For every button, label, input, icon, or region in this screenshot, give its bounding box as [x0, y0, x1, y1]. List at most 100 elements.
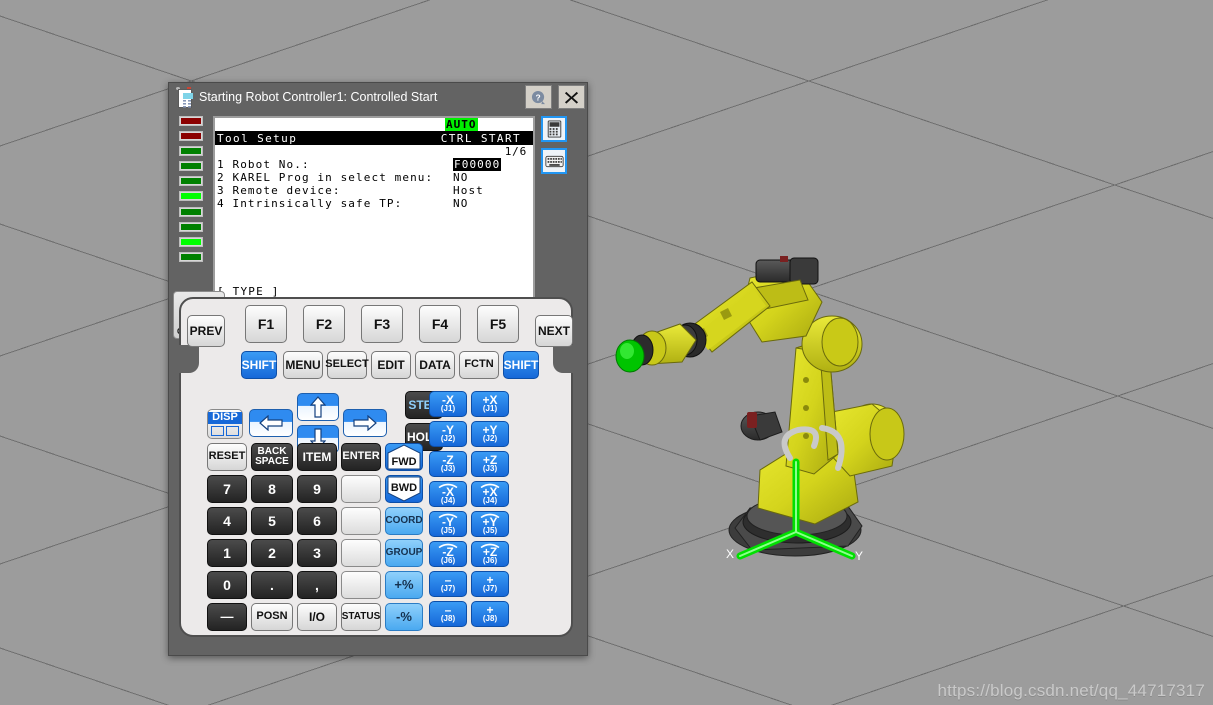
up-arrow-icon [310, 396, 326, 418]
reset-button[interactable]: RESET [207, 443, 247, 471]
numpad-6-button[interactable]: 6 [297, 507, 337, 535]
numpad-2-button[interactable]: 2 [251, 539, 293, 567]
list-item[interactable]: 2 KAREL Prog in select menu: NO [217, 171, 531, 184]
item-value[interactable]: NO [453, 197, 468, 210]
shift-left-button[interactable]: SHIFT [241, 351, 277, 379]
keyboard-view-icon[interactable] [541, 148, 567, 174]
lcd-header: Tool Setup CTRL START [215, 131, 533, 145]
help-button[interactable]: ? [525, 85, 552, 109]
jog-positive-j4-button[interactable]: +X (J4) [471, 481, 509, 507]
jog-positive-j5-button[interactable]: +Y (J5) [471, 511, 509, 537]
dryrun-led [179, 221, 203, 232]
disp-button[interactable]: DISP [207, 409, 243, 439]
fctn-button[interactable]: FCTN [459, 351, 499, 379]
list-item[interactable]: 1 Robot No.: F00000 [217, 158, 531, 171]
group-button[interactable]: GROUP [385, 539, 423, 567]
jog-negative-j8-button[interactable]: – (J8) [429, 601, 467, 627]
fwd-button[interactable]: FWD [385, 443, 423, 471]
next-button[interactable]: NEXT [535, 315, 573, 347]
right-arrow-icon [353, 415, 377, 431]
io-button[interactable]: I/O [297, 603, 337, 631]
numpad-4-button[interactable]: 4 [207, 507, 247, 535]
numpad-0-button[interactable]: 0 [207, 571, 247, 599]
jog-negative-j1-button[interactable]: -X (J1) [429, 391, 467, 417]
status-button[interactable]: STATUS [341, 603, 381, 631]
jog-positive-j3-button[interactable]: +Z (J3) [471, 451, 509, 477]
f1-button[interactable]: F1 [245, 305, 287, 343]
numpad-7-button[interactable]: 7 [207, 475, 247, 503]
fault-led [179, 116, 203, 126]
lcd-page-indicator: 1/6 [504, 145, 527, 158]
numpad-5-button[interactable]: 5 [251, 507, 293, 535]
edit-button[interactable]: EDIT [371, 351, 411, 379]
speed-up-button[interactable]: +% [385, 571, 423, 599]
numpad-3-button[interactable]: 3 [297, 539, 337, 567]
list-item[interactable]: 3 Remote device: Host [217, 184, 531, 197]
teach-pendant-window[interactable]: Starting Robot Controller1: Controlled S… [168, 82, 588, 656]
item-button[interactable]: ITEM [297, 443, 337, 471]
list-item[interactable]: 4 Intrinsically safe TP: NO [217, 197, 531, 210]
numpad-comma-button[interactable]: , [297, 571, 337, 599]
pendant-glyph [547, 120, 561, 138]
jog-joint-label: (J3) [482, 464, 498, 474]
data-button[interactable]: DATA [415, 351, 455, 379]
numpad-9-button[interactable]: 9 [297, 475, 337, 503]
posn-button[interactable]: POSN [251, 603, 293, 631]
jog-positive-j1-button[interactable]: +X (J1) [471, 391, 509, 417]
numpad-dot-button[interactable]: . [251, 571, 293, 599]
item-value[interactable]: NO [453, 171, 468, 184]
jog-negative-j2-button[interactable]: -Y (J2) [429, 421, 467, 447]
jog-joint-label: (J2) [440, 434, 456, 444]
bwd-button[interactable]: BWD [385, 475, 423, 503]
item-number: 3 [217, 184, 225, 197]
up-arrow-button[interactable] [297, 393, 339, 421]
blank-key-2[interactable] [341, 507, 381, 535]
blank-key-1[interactable] [341, 475, 381, 503]
jog-negative-j5-button[interactable]: -Y (J5) [429, 511, 467, 537]
close-icon [564, 91, 579, 104]
coord-button[interactable]: COORD [385, 507, 423, 535]
select-button[interactable]: SELECT [325, 351, 369, 379]
blank-key-4[interactable] [341, 571, 381, 599]
jog-negative-j7-button[interactable]: – (J7) [429, 571, 467, 597]
jog-joint-label: (J4) [482, 495, 498, 505]
speed-down-button[interactable]: -% [385, 603, 423, 631]
prev-button[interactable]: PREV [187, 315, 225, 347]
item-label: Intrinsically safe TP: [232, 197, 403, 210]
f4-button[interactable]: F4 [419, 305, 461, 343]
jog-positive-j7-button[interactable]: + (J7) [471, 571, 509, 597]
jog-negative-j3-button[interactable]: -Z (J3) [429, 451, 467, 477]
joint-led [179, 236, 203, 247]
shift-right-button[interactable]: SHIFT [503, 351, 539, 379]
item-value[interactable]: F00000 [453, 158, 502, 171]
enter-button[interactable]: ENTER [341, 443, 381, 471]
jog-joint-label: (J5) [482, 525, 498, 535]
svg-text:X: X [726, 547, 734, 560]
right-arrow-button[interactable] [343, 409, 387, 437]
jog-positive-j6-button[interactable]: +Z (J6) [471, 541, 509, 567]
jog-negative-j4-button[interactable]: -X (J4) [429, 481, 467, 507]
jog-negative-j6-button[interactable]: -Z (J6) [429, 541, 467, 567]
minus-button[interactable]: — [207, 603, 247, 631]
left-arrow-icon [259, 415, 283, 431]
pendant-lcd-screen[interactable]: AUTO Tool Setup CTRL START 1/6 1 Robot N… [213, 116, 535, 302]
numpad-8-button[interactable]: 8 [251, 475, 293, 503]
f2-button[interactable]: F2 [303, 305, 345, 343]
close-button[interactable] [558, 85, 585, 109]
svg-text:BWD: BWD [391, 482, 417, 494]
teach-pendant-view-icon[interactable] [541, 116, 567, 142]
menu-button[interactable]: MENU [283, 351, 323, 379]
backspace-button[interactable]: BACK SPACE [251, 443, 293, 471]
svg-text:Y: Y [855, 549, 863, 560]
robot-model[interactable]: Y X [600, 240, 920, 560]
item-value[interactable]: Host [453, 184, 484, 197]
left-arrow-button[interactable] [249, 409, 293, 437]
window-titlebar[interactable]: Starting Robot Controller1: Controlled S… [169, 83, 587, 111]
numpad-1-button[interactable]: 1 [207, 539, 247, 567]
item-label: Robot No.: [232, 158, 310, 171]
blank-key-3[interactable] [341, 539, 381, 567]
jog-positive-j2-button[interactable]: +Y (J2) [471, 421, 509, 447]
f3-button[interactable]: F3 [361, 305, 403, 343]
jog-positive-j8-button[interactable]: + (J8) [471, 601, 509, 627]
f5-button[interactable]: F5 [477, 305, 519, 343]
